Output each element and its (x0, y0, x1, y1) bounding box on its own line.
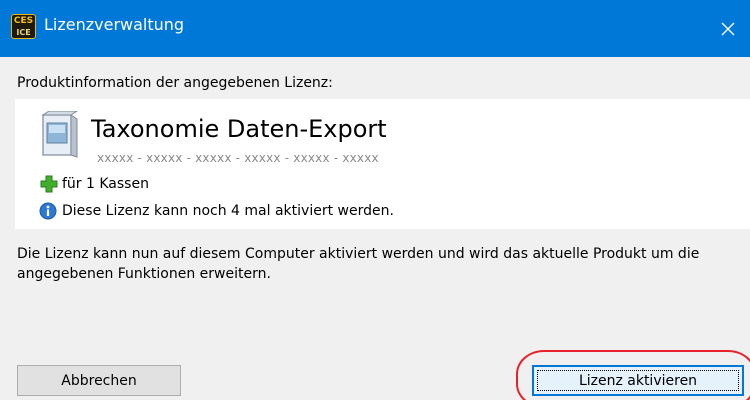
activation-info-text: Diese Lizenz kann noch 4 mal aktiviert w… (62, 203, 394, 219)
title-bar: CES ICE Lizenzverwaltung (0, 0, 750, 57)
activation-info-row: Diese Lizenz kann noch 4 mal aktiviert w… (39, 202, 394, 220)
product-title: Taxonomie Daten-Export (91, 115, 387, 143)
cancel-button-label: Abbrechen (61, 372, 137, 389)
activate-license-button[interactable]: Lizenz aktivieren (532, 365, 744, 396)
app-logo-text-top: CES (13, 16, 34, 26)
feature-text: für 1 Kassen (62, 176, 149, 192)
info-icon (39, 202, 57, 220)
activate-button-label: Lizenz aktivieren (578, 372, 698, 389)
plus-icon (40, 175, 58, 193)
intro-text: Produktinformation der angegebenen Lizen… (17, 75, 333, 91)
feature-row: für 1 Kassen (40, 175, 149, 193)
app-logo-icon: CES ICE (11, 14, 36, 39)
cancel-button[interactable]: Abbrechen (17, 365, 181, 396)
software-box-icon (41, 111, 78, 158)
app-logo-text-bottom: ICE (16, 28, 31, 37)
window-title: Lizenzverwaltung (44, 15, 185, 34)
dialog-body: Produktinformation der angegebenen Lizen… (0, 57, 750, 400)
close-icon (721, 22, 735, 35)
close-button[interactable] (706, 0, 750, 57)
description-text: Die Lizenz kann nun auf diesem Computer … (17, 246, 700, 282)
license-key: xxxxx - xxxxx - xxxxx - xxxxx - xxxxx - … (97, 151, 379, 165)
license-info-panel: Taxonomie Daten-Export xxxxx - xxxxx - x… (15, 99, 750, 229)
